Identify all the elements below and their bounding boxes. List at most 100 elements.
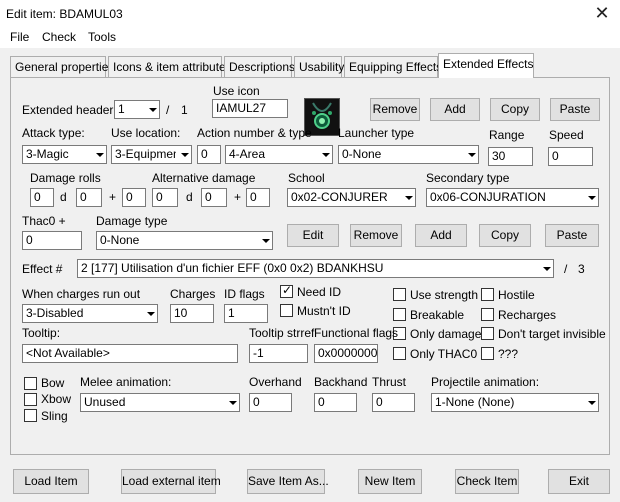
only-thac0-checkbox[interactable] bbox=[393, 347, 406, 360]
need-id-label: Need ID bbox=[297, 285, 342, 299]
use-icon-input[interactable]: IAMUL27 bbox=[212, 99, 288, 118]
projectile-animation-value: 1-None (None) bbox=[435, 395, 515, 409]
bow-checkbox[interactable] bbox=[24, 377, 37, 390]
use-location-select[interactable]: 3-Equipment bbox=[111, 145, 192, 164]
exit-button[interactable]: Exit bbox=[548, 469, 610, 494]
copy-header-button[interactable]: Copy bbox=[490, 98, 540, 121]
window-title: Edit item: BDAMUL03 bbox=[6, 7, 123, 21]
hostile-checkbox[interactable] bbox=[481, 288, 494, 301]
breakable-checkbox[interactable] bbox=[393, 308, 406, 321]
secondary-type-label: Secondary type bbox=[426, 171, 510, 185]
school-label: School bbox=[288, 171, 325, 185]
load-item-button[interactable]: Load Item bbox=[13, 469, 89, 494]
backhand-label: Backhand bbox=[314, 375, 368, 389]
when-charges-run-out-label: When charges run out bbox=[22, 287, 141, 301]
tab-equipping-effects[interactable]: Equipping Effects bbox=[344, 56, 442, 77]
extended-header-select[interactable]: 1 bbox=[114, 100, 160, 119]
damage-roll-count-input[interactable]: 0 bbox=[30, 188, 54, 207]
when-charges-run-out-select[interactable]: 3-Disabled bbox=[22, 304, 158, 323]
mustnt-id-checkbox[interactable] bbox=[280, 304, 293, 317]
copy-effect-button[interactable]: Copy bbox=[479, 224, 531, 247]
add-header-button[interactable]: Add bbox=[430, 98, 480, 121]
remove-header-button[interactable]: Remove bbox=[370, 98, 420, 121]
backhand-input[interactable]: 0 bbox=[314, 393, 357, 412]
alt-damage-dice-input[interactable]: 0 bbox=[201, 188, 227, 207]
attack-type-select[interactable]: 3-Magic bbox=[22, 145, 107, 164]
use-location-value: 3-Equipment bbox=[115, 147, 184, 161]
load-external-item-button[interactable]: Load external item bbox=[121, 469, 221, 494]
tab-icons-item-attributes[interactable]: Icons & item attributes bbox=[108, 56, 232, 77]
tab-label: Icons & item attributes bbox=[113, 60, 232, 74]
remove-effect-button[interactable]: Remove bbox=[350, 224, 402, 247]
damage-type-select[interactable]: 0-None bbox=[96, 231, 273, 250]
menu-tools[interactable]: Tools bbox=[88, 30, 116, 44]
speed-input[interactable]: 0 bbox=[548, 147, 593, 166]
recharges-checkbox[interactable] bbox=[481, 308, 494, 321]
sling-checkbox[interactable] bbox=[24, 409, 37, 422]
thrust-input[interactable]: 0 bbox=[372, 393, 415, 412]
alt-damage-plus-label: + bbox=[234, 190, 242, 204]
menu-check[interactable]: Check bbox=[42, 30, 76, 44]
tab-label: Equipping Effects bbox=[349, 60, 443, 74]
action-number-input[interactable]: 0 bbox=[197, 145, 221, 164]
launcher-select[interactable]: 0-None bbox=[338, 145, 479, 164]
tab-general-properties[interactable]: General properties bbox=[10, 56, 114, 77]
chevron-down-icon bbox=[583, 189, 598, 206]
tab-usability[interactable]: Usability bbox=[294, 56, 345, 77]
id-flags-label: ID flags bbox=[224, 287, 265, 301]
extended-header-total: 1 bbox=[181, 103, 188, 117]
projectile-animation-select[interactable]: 1-None (None) bbox=[431, 393, 599, 412]
thac0-input[interactable]: 0 bbox=[22, 231, 82, 250]
paste-header-button[interactable]: Paste bbox=[550, 98, 600, 121]
alt-damage-count-input[interactable]: 0 bbox=[152, 188, 178, 207]
sling-label: Sling bbox=[41, 409, 68, 423]
damage-roll-bonus-input[interactable]: 0 bbox=[122, 188, 146, 207]
paste-effect-button[interactable]: Paste bbox=[545, 224, 599, 247]
tab-label: Usability bbox=[299, 60, 345, 74]
id-flags-input[interactable]: 1 bbox=[224, 304, 268, 323]
effect-select[interactable]: 2 [177] Utilisation d'un fichier EFF (0x… bbox=[77, 259, 554, 278]
damage-roll-dice-input[interactable]: 0 bbox=[76, 188, 102, 207]
functional-flags-input[interactable]: 0x00000000 bbox=[314, 344, 378, 363]
chevron-down-icon bbox=[463, 146, 478, 163]
need-id-checkbox[interactable] bbox=[280, 283, 293, 298]
overhand-input[interactable]: 0 bbox=[249, 393, 292, 412]
launcher-value: 0-None bbox=[342, 147, 382, 161]
charges-input[interactable]: 10 bbox=[170, 304, 214, 323]
dont-target-invisible-checkbox[interactable] bbox=[481, 327, 494, 340]
range-input[interactable]: 30 bbox=[488, 147, 533, 166]
check-item-button[interactable]: Check Item bbox=[455, 469, 519, 494]
speed-label: Speed bbox=[549, 128, 584, 142]
new-item-button[interactable]: New Item bbox=[358, 469, 422, 494]
overhand-label: Overhand bbox=[249, 375, 302, 389]
use-strength-checkbox[interactable] bbox=[393, 288, 406, 301]
chevron-down-icon bbox=[142, 305, 157, 322]
action-type-select[interactable]: 4-Area bbox=[225, 145, 333, 164]
effect-slash: / bbox=[564, 262, 568, 276]
secondary-type-value: 0x06-CONJURATION bbox=[430, 190, 546, 204]
xbow-checkbox[interactable] bbox=[24, 393, 37, 406]
add-effect-button[interactable]: Add bbox=[415, 224, 467, 247]
close-icon[interactable]: ✕ bbox=[590, 3, 614, 25]
tab-extended-effects[interactable]: Extended Effects bbox=[438, 53, 534, 78]
unknown-flag-label: ??? bbox=[498, 347, 519, 361]
edit-effect-button[interactable]: Edit bbox=[287, 224, 339, 247]
launcher-label: Launcher type bbox=[338, 126, 415, 140]
use-location-label: Use location: bbox=[111, 126, 181, 140]
unknown-flag-checkbox[interactable] bbox=[481, 347, 494, 360]
menu-file[interactable]: File bbox=[10, 30, 29, 44]
damage-type-label: Damage type bbox=[96, 214, 168, 228]
attack-type-value: 3-Magic bbox=[26, 147, 69, 161]
melee-animation-select[interactable]: Unused bbox=[80, 393, 240, 412]
alt-damage-bonus-input[interactable]: 0 bbox=[246, 188, 270, 207]
tooltip-input[interactable]: <Not Available> bbox=[22, 344, 238, 363]
functional-flags-label: Functional flags bbox=[314, 326, 399, 340]
school-select[interactable]: 0x02-CONJURER bbox=[287, 188, 416, 207]
thrust-label: Thrust bbox=[372, 375, 407, 389]
secondary-type-select[interactable]: 0x06-CONJURATION bbox=[426, 188, 599, 207]
tab-descriptions[interactable]: Descriptions bbox=[224, 56, 296, 77]
tab-label: Descriptions bbox=[229, 60, 296, 74]
save-item-as-button[interactable]: Save Item As... bbox=[247, 469, 329, 494]
alternative-damage-label: Alternative damage bbox=[152, 171, 256, 185]
tooltip-strref-input[interactable]: -1 bbox=[249, 344, 308, 363]
